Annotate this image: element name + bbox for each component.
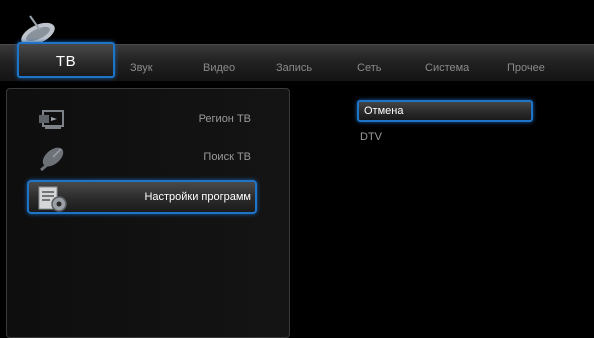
- tv-region-icon: [39, 110, 64, 129]
- menu-item-label: Настройки программ: [144, 191, 251, 203]
- menu-item-tv-search[interactable]: Поиск ТВ: [7, 139, 291, 175]
- tab-record[interactable]: Запись: [276, 57, 312, 79]
- option-cancel[interactable]: Отмена: [357, 100, 533, 122]
- left-menu-panel: Регион ТВ Поиск ТВ Настройки программ: [6, 88, 290, 338]
- tab-network[interactable]: Сеть: [357, 57, 381, 79]
- tab-other[interactable]: Прочее: [507, 57, 545, 79]
- tab-tv[interactable]: ТВ: [17, 42, 115, 78]
- option-dtv[interactable]: DTV: [360, 131, 382, 143]
- menu-item-tv-region[interactable]: Регион ТВ: [7, 101, 291, 137]
- satellite-dish-icon: [40, 147, 64, 171]
- menu-item-label: Поиск ТВ: [203, 151, 251, 163]
- menu-item-label: Регион ТВ: [198, 113, 251, 125]
- top-tabs: ТВ Звук Видео Запись Сеть Система Прочее: [0, 42, 594, 79]
- tab-system[interactable]: Система: [425, 57, 469, 79]
- menu-item-program-settings[interactable]: Настройки программ: [27, 180, 257, 214]
- settings-document-icon: [38, 186, 67, 212]
- tab-video[interactable]: Видео: [203, 57, 235, 79]
- tab-sound[interactable]: Звук: [130, 57, 153, 79]
